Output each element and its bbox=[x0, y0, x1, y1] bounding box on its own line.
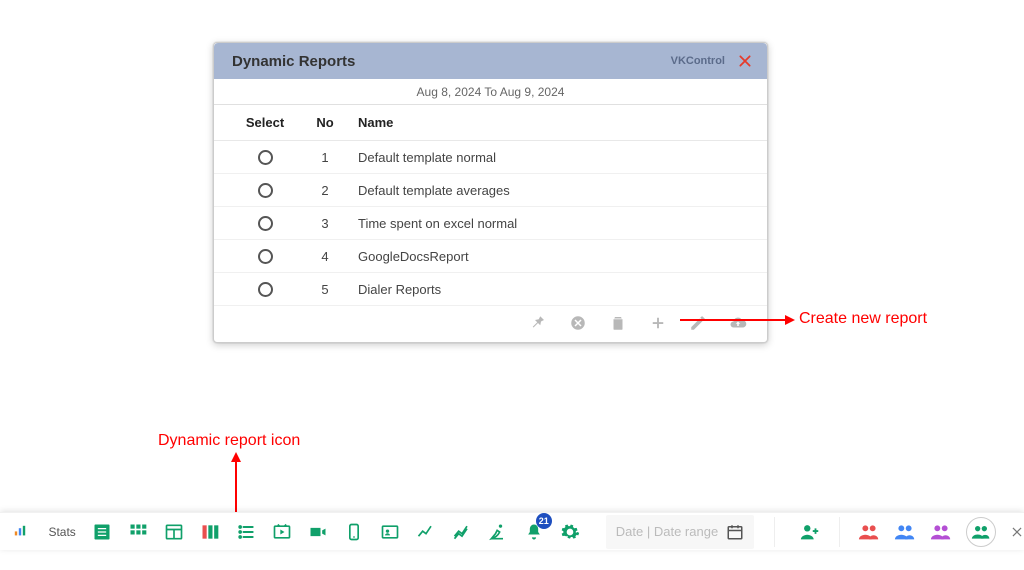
add-person-button[interactable] bbox=[799, 521, 821, 543]
row-name: Default template normal bbox=[350, 141, 767, 174]
x-icon bbox=[1010, 525, 1024, 539]
table-row[interactable]: 1 Default template normal bbox=[214, 141, 767, 174]
mobile-button[interactable] bbox=[344, 522, 364, 542]
modal-title: Dynamic Reports bbox=[232, 53, 355, 70]
people-icon bbox=[971, 522, 991, 542]
web-layout-icon bbox=[164, 522, 184, 542]
stats-label[interactable]: Stats bbox=[48, 525, 75, 539]
col-no: No bbox=[300, 105, 350, 141]
row-no: 3 bbox=[300, 207, 350, 240]
list-icon bbox=[236, 522, 256, 542]
radio-button[interactable] bbox=[258, 249, 273, 264]
reports-table: Select No Name 1 Default template normal… bbox=[214, 105, 767, 306]
sheet-icon bbox=[92, 522, 112, 542]
id-card-icon bbox=[380, 522, 400, 542]
people-icon bbox=[894, 521, 916, 543]
radio-button[interactable] bbox=[258, 183, 273, 198]
cancel-button[interactable] bbox=[569, 314, 587, 332]
radio-button[interactable] bbox=[258, 216, 273, 231]
dynamic-reports-button[interactable] bbox=[236, 522, 256, 542]
notification-badge: 21 bbox=[536, 513, 552, 529]
plus-icon bbox=[649, 314, 667, 332]
play-box-icon bbox=[272, 522, 292, 542]
annotation-create-report: Create new report bbox=[799, 310, 927, 328]
mobile-icon bbox=[344, 522, 364, 542]
radio-button[interactable] bbox=[258, 282, 273, 297]
table-row[interactable]: 3 Time spent on excel normal bbox=[214, 207, 767, 240]
date-range-placeholder: Date | Date range bbox=[616, 524, 718, 539]
team-selected-button[interactable] bbox=[966, 517, 996, 547]
date-range-input[interactable]: Date | Date range bbox=[606, 515, 754, 549]
close-button[interactable] bbox=[733, 54, 757, 68]
row-no: 1 bbox=[300, 141, 350, 174]
pin-button[interactable] bbox=[529, 314, 547, 332]
video-play-button[interactable] bbox=[272, 522, 292, 542]
row-no: 2 bbox=[300, 174, 350, 207]
gear-icon bbox=[560, 522, 580, 542]
modal-header: Dynamic Reports VKControl bbox=[214, 43, 767, 79]
delete-button[interactable] bbox=[609, 314, 627, 332]
pin-icon bbox=[529, 314, 547, 332]
dynamic-reports-modal: Dynamic Reports VKControl Aug 8, 2024 To… bbox=[213, 42, 768, 343]
people-filter-cluster bbox=[799, 517, 1024, 547]
arrow-create-report bbox=[680, 313, 795, 327]
id-button[interactable] bbox=[380, 522, 400, 542]
table-row[interactable]: 4 GoogleDocsReport bbox=[214, 240, 767, 273]
calendar-icon bbox=[726, 523, 744, 541]
cancel-circle-icon bbox=[569, 314, 587, 332]
toolbar-divider bbox=[839, 517, 840, 547]
web-button[interactable] bbox=[164, 522, 184, 542]
grid-icon bbox=[128, 522, 148, 542]
camera-button[interactable] bbox=[308, 522, 328, 542]
team-red-button[interactable] bbox=[858, 521, 880, 543]
trend-button[interactable] bbox=[416, 522, 436, 542]
trash-icon bbox=[609, 314, 627, 332]
column-button[interactable] bbox=[200, 522, 220, 542]
settings-button[interactable] bbox=[560, 522, 580, 542]
people-icon bbox=[930, 521, 952, 543]
arrow-dynamic-icon bbox=[229, 452, 243, 518]
multi-trend-icon bbox=[452, 522, 472, 542]
multi-trend-button[interactable] bbox=[452, 522, 472, 542]
table-row[interactable]: 2 Default template averages bbox=[214, 174, 767, 207]
grid-button[interactable] bbox=[128, 522, 148, 542]
row-name: Default template averages bbox=[350, 174, 767, 207]
close-icon bbox=[738, 54, 752, 68]
table-row[interactable]: 5 Dialer Reports bbox=[214, 273, 767, 306]
sheet-button[interactable] bbox=[92, 522, 112, 542]
row-no: 5 bbox=[300, 273, 350, 306]
clear-filter-button[interactable] bbox=[1010, 525, 1024, 539]
trend-line-icon bbox=[416, 522, 436, 542]
bottom-toolbar: Stats 21 Date | Date range bbox=[0, 512, 1024, 550]
team-purple-button[interactable] bbox=[930, 521, 952, 543]
surfing-icon bbox=[488, 522, 508, 542]
annotation-dynamic-icon: Dynamic report icon bbox=[158, 432, 300, 450]
person-add-icon bbox=[799, 521, 821, 543]
table-header-row: Select No Name bbox=[214, 105, 767, 141]
radio-button[interactable] bbox=[258, 150, 273, 165]
add-button[interactable] bbox=[649, 314, 667, 332]
camera-icon bbox=[308, 522, 328, 542]
row-name: Time spent on excel normal bbox=[350, 207, 767, 240]
people-icon bbox=[858, 521, 880, 543]
date-range: Aug 8, 2024 To Aug 9, 2024 bbox=[214, 79, 767, 105]
columns-icon bbox=[200, 522, 220, 542]
team-blue-button[interactable] bbox=[894, 521, 916, 543]
toolbar-divider bbox=[774, 517, 775, 547]
stats-chart-icon bbox=[14, 525, 28, 539]
notifications-button[interactable]: 21 bbox=[524, 522, 544, 542]
brand-label: VKControl bbox=[671, 55, 725, 67]
activity-button[interactable] bbox=[488, 522, 508, 542]
col-select: Select bbox=[214, 105, 300, 141]
col-name: Name bbox=[350, 105, 767, 141]
row-name: GoogleDocsReport bbox=[350, 240, 767, 273]
row-name: Dialer Reports bbox=[350, 273, 767, 306]
row-no: 4 bbox=[300, 240, 350, 273]
